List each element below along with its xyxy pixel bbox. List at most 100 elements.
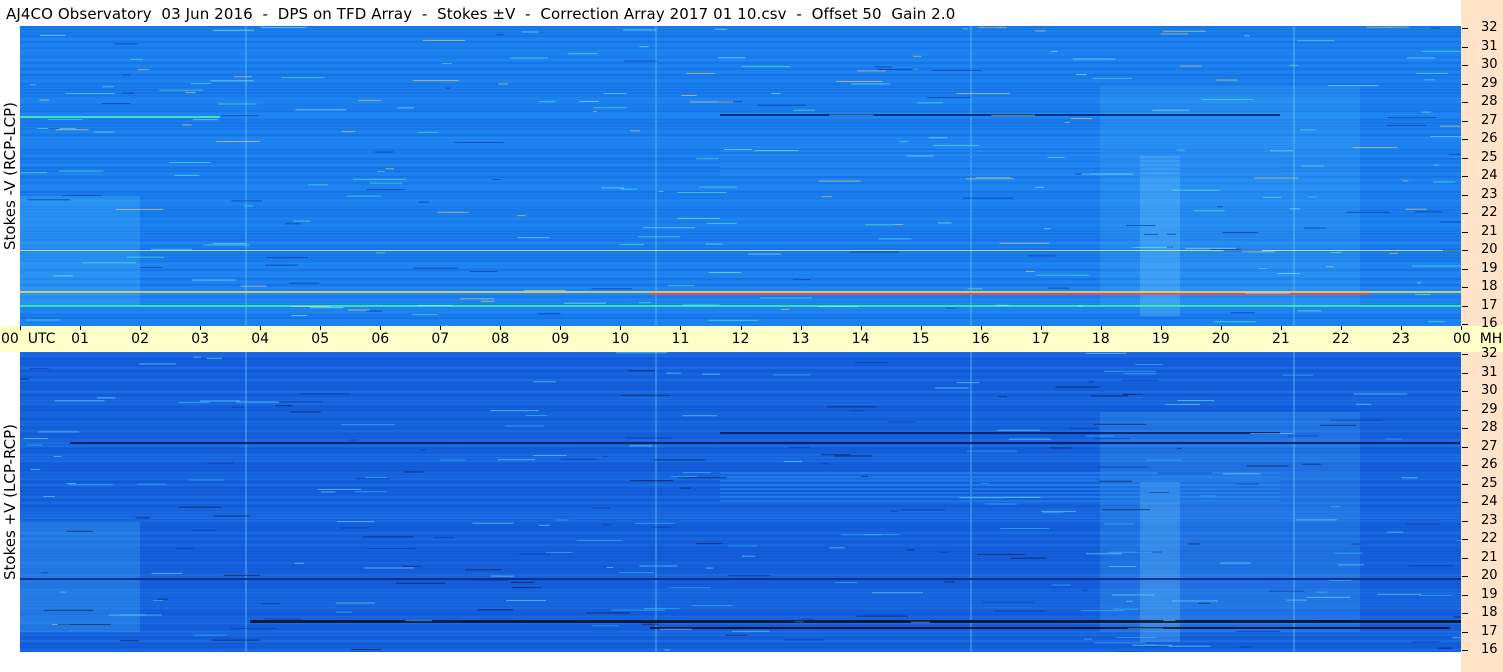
spectrogram-speckle	[413, 267, 458, 269]
spectrogram-speckle	[836, 80, 883, 82]
spectrogram-speckle	[374, 151, 394, 153]
spectrogram-speckle	[524, 290, 566, 292]
time-tick-mark	[1280, 326, 1282, 330]
spectrogram-speckle	[1421, 111, 1431, 113]
spectrogram-speckle	[192, 119, 219, 121]
spectrogram-speckle	[678, 477, 727, 479]
frequency-tick-mark	[1462, 176, 1468, 177]
spectrogram-speckle	[320, 491, 336, 493]
frequency-tick-mark	[1462, 324, 1468, 325]
frequency-tick-label: 17	[1481, 623, 1498, 639]
spectrogram-speckle	[498, 83, 508, 85]
spectrogram-speckle	[1222, 232, 1259, 234]
spectrogram-speckle	[629, 480, 674, 482]
spectrogram-speckle	[725, 634, 748, 636]
spectrogram-speckle	[532, 455, 567, 457]
spectrogram-speckle	[1433, 181, 1456, 183]
spectrogram-speckle	[1043, 228, 1051, 230]
time-tick-label: 19	[1151, 331, 1170, 347]
spectrogram-speckle	[1268, 590, 1305, 592]
frequency-tick-label: 18	[1481, 605, 1498, 620]
spectrogram-speckle	[1414, 211, 1443, 213]
spectrogram-speckle	[560, 458, 597, 460]
spectrogram-speckle	[1085, 553, 1122, 555]
spectrogram-speckle	[821, 454, 852, 456]
spectrogram-speckle	[890, 510, 899, 512]
spectrogram-speckle	[122, 92, 135, 94]
spectrogram-speckle	[849, 410, 864, 412]
time-tick-label: 03	[191, 331, 210, 347]
spectrogram-speckle	[1198, 602, 1211, 604]
spectrogram-stripe	[720, 480, 1280, 482]
spectrogram-speckle	[1217, 206, 1223, 208]
spectrogram-speckle	[1055, 386, 1100, 388]
spectrogram-speckle	[290, 305, 331, 307]
spectrogram-speckle	[747, 253, 781, 255]
spectrogram-speckle	[1286, 599, 1307, 601]
frequency-tick-label: 22	[1481, 205, 1498, 220]
frequency-tick-label: 29	[1481, 401, 1498, 417]
frequency-tick-mark	[1462, 65, 1468, 66]
spectrogram-speckle	[1250, 433, 1293, 435]
spectrogram-speckle	[62, 195, 102, 197]
spectrogram-band	[20, 59, 1461, 61]
spectrogram-speckle	[1439, 125, 1461, 127]
spectrogram-speckle	[1411, 265, 1461, 267]
spectrogram-speckle	[1430, 136, 1461, 138]
spectrogram-speckle	[641, 623, 659, 625]
spectrogram-speckle	[861, 475, 869, 477]
spectrogram-speckle	[754, 150, 799, 152]
frequency-tick-mark	[1462, 83, 1468, 85]
spectrogram-speckle	[405, 620, 433, 622]
spectrogram-speckle	[129, 58, 143, 60]
spectrogram-speckle	[834, 455, 873, 457]
spectrogram-speckle	[1408, 565, 1455, 567]
spectrogram-speckle	[601, 187, 625, 189]
spectrogram-speckle	[1094, 642, 1146, 644]
time-tick-label: 16	[971, 331, 990, 347]
spectrogram-speckle	[998, 396, 1008, 398]
spectrogram-speckle	[865, 224, 894, 226]
spectrogram-speckle	[266, 257, 309, 259]
spectrogram-speckle	[1127, 627, 1164, 629]
spectrogram-speckle	[677, 192, 727, 194]
spectrogram-speckle	[1411, 641, 1440, 643]
spectrogram-speckle	[192, 529, 216, 531]
spectrogram-speckle	[1313, 620, 1353, 622]
spectrogram-speckle	[1072, 58, 1116, 60]
spectrogram-speckle	[240, 285, 267, 287]
spectrogram-speckle	[281, 77, 325, 79]
spectrogram-speckle	[207, 462, 234, 464]
spectrogram-speckle	[517, 215, 526, 217]
spectrogram-speckle	[1448, 154, 1461, 156]
spectrogram-speckle	[1433, 164, 1439, 166]
spectrogram-speckle	[185, 92, 196, 94]
spectrogram-speckle	[182, 124, 192, 126]
frequency-tick-mark	[1462, 250, 1468, 251]
spectrogram-speckle	[355, 491, 388, 493]
spectrogram-speckle	[668, 285, 695, 287]
frequency-tick-mark	[1462, 102, 1468, 103]
spectrogram-speckle	[396, 582, 446, 584]
spectrogram-speckle	[696, 543, 724, 545]
time-tick-mark	[440, 326, 442, 330]
spectrogram-speckle	[658, 190, 664, 192]
spectrogram-speckle	[1214, 321, 1257, 323]
spectrogram-speckle	[341, 424, 395, 426]
frequency-tick-mark	[1462, 213, 1468, 214]
spectrogram-speckle	[1126, 224, 1156, 226]
spectrogram-speckle	[1384, 438, 1402, 440]
spectrogram-speckle	[1350, 543, 1362, 545]
spectrogram-speckle	[1102, 509, 1151, 511]
spectrogram-band	[20, 38, 1461, 40]
spectrogram-speckle	[638, 302, 652, 304]
spectrogram-speckle	[772, 374, 811, 376]
spectrogram-speckle	[906, 155, 934, 157]
spectrogram-speckle	[659, 628, 692, 630]
frequency-tick-mark	[1462, 139, 1468, 140]
spectrogram-speckle	[156, 598, 168, 600]
time-tick-label: 11	[671, 331, 690, 347]
spectrogram-speckle	[1330, 506, 1341, 508]
utc-time-axis: 00 UTC 01 02 03 04 05 06 07 08 09 10 11 12 13 14 15 16 17…	[0, 326, 1503, 352]
spectrogram-speckle	[276, 401, 323, 403]
